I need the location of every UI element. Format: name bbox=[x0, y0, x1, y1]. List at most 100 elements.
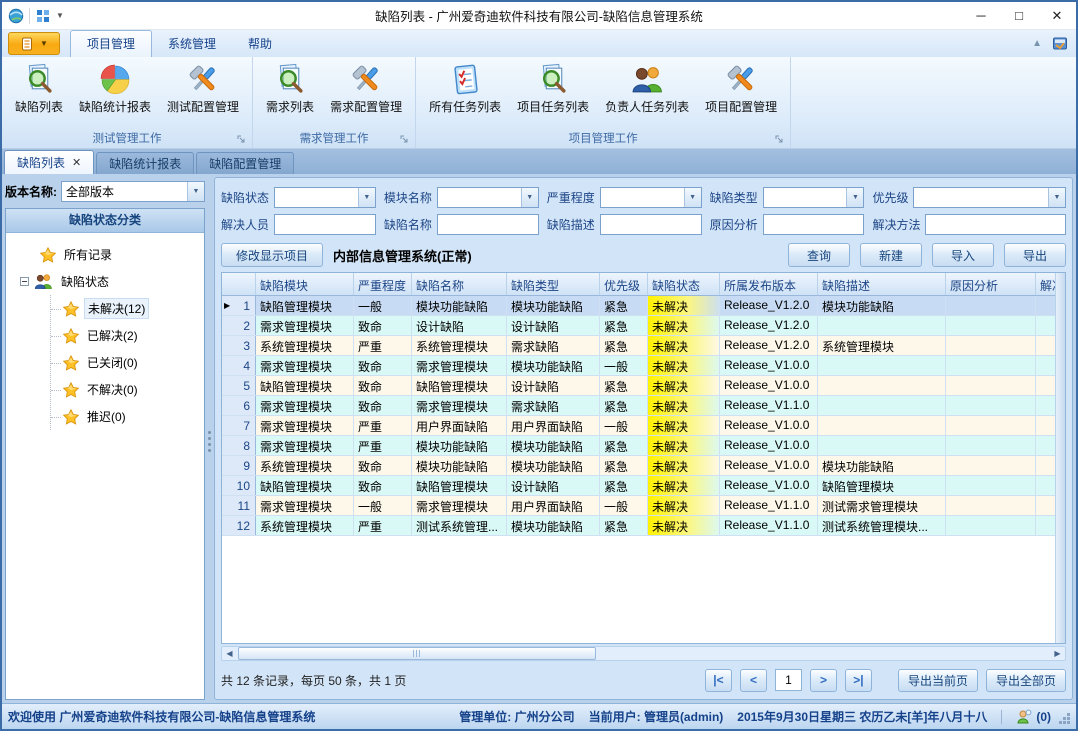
filter-combobox[interactable]: ▼ bbox=[763, 187, 865, 208]
filter-combobox[interactable]: ▼ bbox=[274, 187, 376, 208]
chevron-down-icon[interactable]: ▼ bbox=[846, 188, 863, 207]
cell-type: 模块功能缺陷 bbox=[507, 456, 600, 475]
ribbon-button[interactable]: 所有任务列表 bbox=[422, 60, 508, 118]
scroll-right-icon[interactable]: ▶ bbox=[1050, 647, 1065, 660]
grid-column-header[interactable]: 所属发布版本 bbox=[720, 273, 818, 295]
filter-combobox[interactable]: ▼ bbox=[437, 187, 539, 208]
document-tab[interactable]: 缺陷统计报表 bbox=[96, 152, 194, 174]
application-menu-button[interactable]: ▼ bbox=[8, 32, 60, 55]
chevron-down-icon[interactable]: ▼ bbox=[1048, 188, 1065, 207]
grid-column-header[interactable]: 解决方法 bbox=[1036, 273, 1055, 295]
filter-combobox[interactable]: ▼ bbox=[913, 187, 1066, 208]
cell-type: 需求缺陷 bbox=[507, 396, 600, 415]
next-page-button[interactable]: > bbox=[810, 669, 837, 692]
tree-item-status[interactable]: 已解决(2) bbox=[51, 322, 200, 349]
grid-column-header[interactable]: 缺陷描述 bbox=[818, 273, 946, 295]
cell-status: 未解决 bbox=[648, 296, 720, 315]
ribbon-button[interactable]: 项目配置管理 bbox=[698, 60, 784, 118]
modify-display-items-button[interactable]: 修改显示项目 bbox=[221, 243, 323, 267]
tree-item-defect-status[interactable]: 缺陷状态 bbox=[20, 268, 200, 295]
sidebar-splitter[interactable] bbox=[205, 174, 214, 703]
scrollbar-thumb[interactable] bbox=[238, 647, 596, 660]
grid-column-header[interactable]: 缺陷状态 bbox=[648, 273, 720, 295]
ribbon-button[interactable]: 需求配置管理 bbox=[323, 60, 409, 118]
filter-input[interactable] bbox=[274, 214, 376, 235]
grid-column-header[interactable]: 缺陷模块 bbox=[256, 273, 354, 295]
version-combobox[interactable]: 全部版本 ▼ bbox=[61, 181, 205, 202]
close-tab-icon[interactable]: ✕ bbox=[72, 156, 81, 169]
vertical-scrollbar[interactable] bbox=[1055, 273, 1065, 643]
table-row[interactable]: ▶8 需求管理模块 严重 模块功能缺陷 模块功能缺陷 紧急 未解决 Releas… bbox=[222, 436, 1055, 456]
document-tab[interactable]: 缺陷配置管理 bbox=[196, 152, 294, 174]
query-button[interactable]: 查询 bbox=[788, 243, 850, 267]
filter-input[interactable] bbox=[600, 214, 702, 235]
tree-item-status[interactable]: 不解决(0) bbox=[51, 376, 200, 403]
tree-item-status[interactable]: 已关闭(0) bbox=[51, 349, 200, 376]
chevron-down-icon[interactable]: ▼ bbox=[187, 182, 204, 201]
filter-combobox[interactable]: ▼ bbox=[600, 187, 702, 208]
chevron-down-icon[interactable]: ▼ bbox=[521, 188, 538, 207]
table-row[interactable]: ▶10 缺陷管理模块 致命 缺陷管理模块 设计缺陷 紧急 未解决 Release… bbox=[222, 476, 1055, 496]
chevron-down-icon[interactable]: ▼ bbox=[684, 188, 701, 207]
ribbon-button[interactable]: 缺陷列表 bbox=[8, 60, 70, 118]
dialog-launcher-icon[interactable] bbox=[775, 135, 785, 145]
grid-column-header[interactable]: 优先级 bbox=[600, 273, 648, 295]
ribbon-button[interactable]: 负责人任务列表 bbox=[598, 60, 696, 118]
ribbon-button[interactable]: 缺陷统计报表 bbox=[72, 60, 158, 118]
collapse-ribbon-icon[interactable]: ▲ bbox=[1032, 38, 1042, 49]
ribbon-tab[interactable]: 帮助 bbox=[232, 31, 288, 57]
table-row[interactable]: ▶9 系统管理模块 致命 模块功能缺陷 模块功能缺陷 紧急 未解决 Releas… bbox=[222, 456, 1055, 476]
table-row[interactable]: ▶6 需求管理模块 致命 需求管理模块 需求缺陷 紧急 未解决 Release_… bbox=[222, 396, 1055, 416]
close-button[interactable]: ✕ bbox=[1038, 2, 1076, 29]
ribbon-tab[interactable]: 项目管理 bbox=[70, 30, 152, 57]
table-row[interactable]: ▶2 需求管理模块 致命 设计缺陷 设计缺陷 紧急 未解决 Release_V1… bbox=[222, 316, 1055, 336]
import-button[interactable]: 导入 bbox=[932, 243, 994, 267]
filter-input[interactable] bbox=[763, 214, 865, 235]
export-button[interactable]: 导出 bbox=[1004, 243, 1066, 267]
grid-column-header[interactable]: 缺陷类型 bbox=[507, 273, 600, 295]
table-row[interactable]: ▶7 需求管理模块 严重 用户界面缺陷 用户界面缺陷 一般 未解决 Releas… bbox=[222, 416, 1055, 436]
export-all-pages-button[interactable]: 导出全部页 bbox=[986, 669, 1066, 692]
prev-page-button[interactable]: < bbox=[740, 669, 767, 692]
table-row[interactable]: ▶3 系统管理模块 严重 系统管理模块 需求缺陷 紧急 未解决 Release_… bbox=[222, 336, 1055, 356]
grid-column-header[interactable]: 严重程度 bbox=[354, 273, 412, 295]
dialog-launcher-icon[interactable] bbox=[400, 135, 410, 145]
message-indicator[interactable]: (0) bbox=[1016, 709, 1051, 725]
dialog-launcher-icon[interactable] bbox=[237, 135, 247, 145]
tree-item-status[interactable]: 未解决(12) bbox=[51, 295, 200, 322]
last-page-button[interactable]: >| bbox=[845, 669, 872, 692]
about-app-icon[interactable] bbox=[1052, 35, 1068, 51]
collapse-node-icon[interactable] bbox=[20, 277, 29, 286]
table-row[interactable]: ▶4 需求管理模块 致命 需求管理模块 模块功能缺陷 一般 未解决 Releas… bbox=[222, 356, 1055, 376]
table-row[interactable]: ▶12 系统管理模块 严重 测试系统管理... 模块功能缺陷 紧急 未解决 Re… bbox=[222, 516, 1055, 536]
window-controls: ─ □ ✕ bbox=[962, 2, 1076, 29]
ribbon-tab[interactable]: 系统管理 bbox=[152, 31, 232, 57]
chevron-down-icon[interactable]: ▼ bbox=[358, 188, 375, 207]
horizontal-scrollbar[interactable]: ◀ ▶ bbox=[221, 646, 1066, 661]
cell-priority: 紧急 bbox=[600, 316, 648, 335]
tree-item-all-records[interactable]: 所有记录 bbox=[40, 241, 200, 268]
table-row[interactable]: ▶1 缺陷管理模块 一般 模块功能缺陷 模块功能缺陷 紧急 未解决 Releas… bbox=[222, 296, 1055, 316]
filter-input[interactable] bbox=[925, 214, 1066, 235]
new-button[interactable]: 新建 bbox=[860, 243, 922, 267]
ribbon-button[interactable]: 需求列表 bbox=[259, 60, 321, 118]
filter-input[interactable] bbox=[437, 214, 539, 235]
grid-view-icon[interactable] bbox=[35, 8, 51, 24]
ribbon-button[interactable]: 项目任务列表 bbox=[510, 60, 596, 118]
minimize-button[interactable]: ─ bbox=[962, 2, 1000, 29]
scroll-left-icon[interactable]: ◀ bbox=[222, 647, 237, 660]
table-row[interactable]: ▶5 缺陷管理模块 致命 缺陷管理模块 设计缺陷 紧急 未解决 Release_… bbox=[222, 376, 1055, 396]
table-row[interactable]: ▶11 需求管理模块 一般 需求管理模块 用户界面缺陷 一般 未解决 Relea… bbox=[222, 496, 1055, 516]
maximize-button[interactable]: □ bbox=[1000, 2, 1038, 29]
ribbon-button[interactable]: 测试配置管理 bbox=[160, 60, 246, 118]
first-page-button[interactable]: |< bbox=[705, 669, 732, 692]
tree-item-status[interactable]: 推迟(0) bbox=[51, 403, 200, 430]
grid-column-header[interactable]: 缺陷名称 bbox=[412, 273, 507, 295]
grid-column-header[interactable]: 原因分析 bbox=[946, 273, 1036, 295]
chevron-down-icon[interactable]: ▼ bbox=[56, 12, 64, 20]
page-number-input[interactable] bbox=[775, 669, 802, 691]
document-tab[interactable]: 缺陷列表 ✕ bbox=[4, 150, 94, 174]
export-current-page-button[interactable]: 导出当前页 bbox=[898, 669, 978, 692]
scrollbar-track[interactable] bbox=[237, 647, 1050, 660]
resize-grip-icon[interactable] bbox=[1067, 721, 1070, 724]
